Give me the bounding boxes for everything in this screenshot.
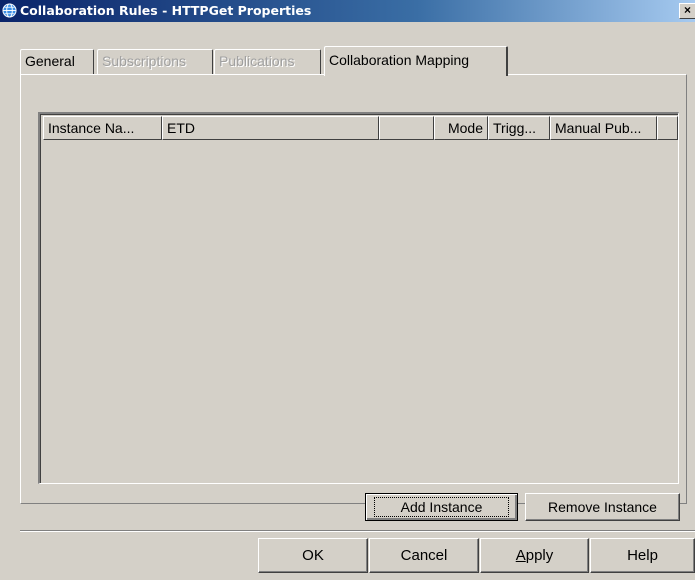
help-button[interactable]: Help <box>590 538 695 573</box>
tab-label: Publications <box>219 53 295 69</box>
close-button[interactable]: × <box>679 3 695 19</box>
help-label: Help <box>627 547 658 564</box>
column-header-trigger[interactable]: Trigg... <box>488 116 550 140</box>
close-icon: × <box>684 3 692 17</box>
tab-label: Subscriptions <box>102 53 187 69</box>
apply-label: Apply <box>515 547 554 564</box>
column-header-etd[interactable]: ETD <box>162 116 379 140</box>
column-header-blank[interactable] <box>379 116 434 140</box>
apply-mnemonic: A <box>515 547 526 564</box>
tab-subscriptions[interactable]: Subscriptions <box>97 49 213 74</box>
remove-instance-label: Remove Instance <box>548 499 657 515</box>
cancel-label: Cancel <box>400 547 448 564</box>
tab-collaboration-mapping[interactable]: Collaboration Mapping <box>324 46 508 76</box>
title-bar[interactable]: Collaboration Rules - HTTPGet Properties… <box>0 0 695 22</box>
table-body[interactable]: Instance Na... ETD Mode Trigg... Manual … <box>40 114 678 483</box>
column-header-instance-name[interactable]: Instance Na... <box>43 116 162 140</box>
ok-label: OK <box>302 547 324 564</box>
tab-general[interactable]: General <box>20 49 94 74</box>
cancel-button[interactable]: Cancel <box>369 538 479 573</box>
instance-table[interactable]: Instance Na... ETD Mode Trigg... Manual … <box>38 112 679 484</box>
column-header-manual-publish[interactable]: Manual Pub... <box>550 116 657 140</box>
separator-highlight <box>20 531 695 532</box>
tab-label: Collaboration Mapping <box>329 52 470 68</box>
tab-publications[interactable]: Publications <box>214 49 321 74</box>
add-instance-label: Add Instance <box>373 497 510 517</box>
apply-button[interactable]: Apply <box>480 538 589 573</box>
ok-button[interactable]: OK <box>258 538 368 573</box>
globe-icon <box>2 3 17 18</box>
tab-label: General <box>25 53 75 69</box>
add-instance-button[interactable]: Add Instance <box>365 493 518 521</box>
column-header-mode[interactable]: Mode <box>434 116 488 140</box>
remove-instance-button[interactable]: Remove Instance <box>525 493 680 521</box>
column-header-filler[interactable] <box>657 116 678 140</box>
window-title: Collaboration Rules - HTTPGet Properties <box>20 3 312 18</box>
